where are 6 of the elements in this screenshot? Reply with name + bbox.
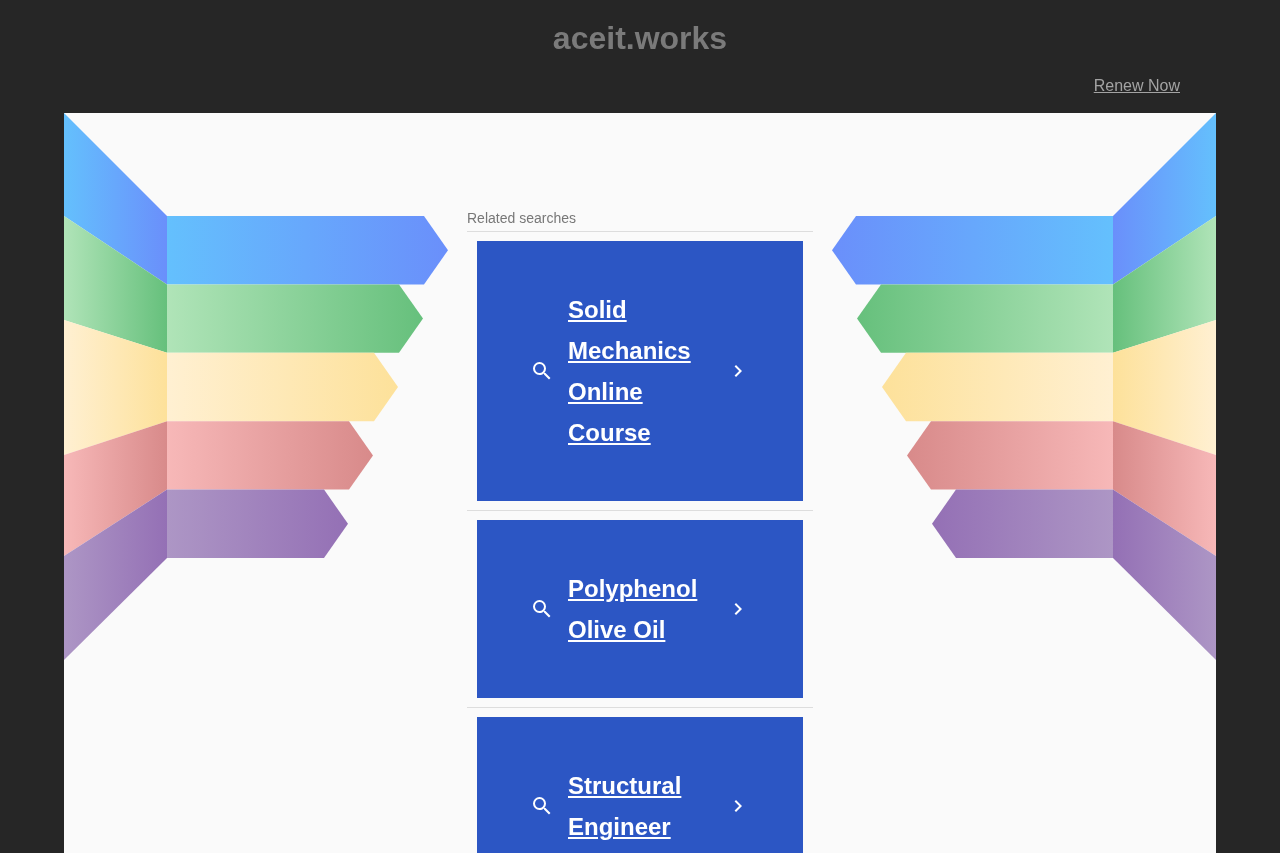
related-search-link[interactable]: Structural Engineer <box>477 717 803 853</box>
related-searches-heading: Related searches <box>467 208 813 232</box>
related-search-link[interactable]: Solid Mechanics Online Course <box>477 241 803 501</box>
related-search-link[interactable]: Polyphenol Olive Oil <box>477 520 803 698</box>
renew-now-link[interactable]: Renew Now <box>1093 76 1180 96</box>
site-title: aceit.works <box>552 19 728 58</box>
